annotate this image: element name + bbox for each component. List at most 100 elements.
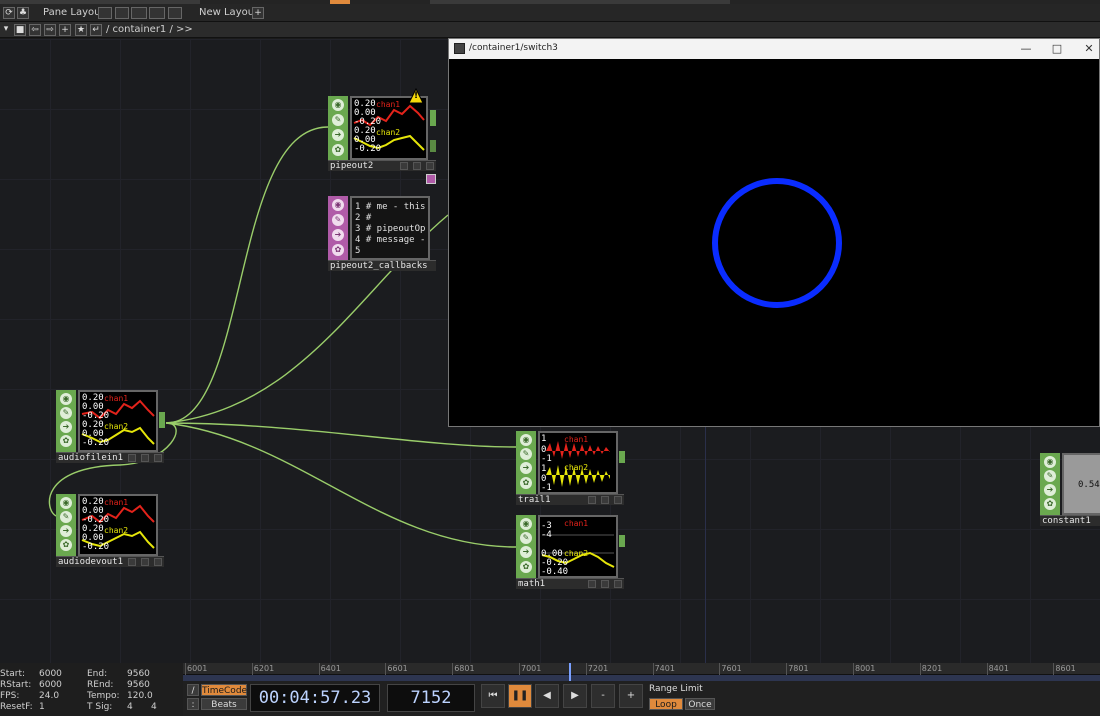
node-bypass-icon[interactable]: ➔ — [60, 421, 72, 433]
output-connector[interactable] — [430, 140, 436, 152]
loop-toggle[interactable]: Loop — [649, 698, 683, 710]
node-bypass-icon[interactable]: ➔ — [1044, 484, 1056, 496]
pane-icon[interactable]: ♣ — [17, 7, 29, 19]
cook-flag-icon[interactable] — [588, 580, 596, 588]
node-viewer-icon[interactable]: ◉ — [332, 99, 344, 111]
node-viewer-icon[interactable]: ◉ — [520, 518, 532, 530]
timecode-toggle[interactable]: TimeCode — [201, 684, 247, 696]
node-name-bar[interactable]: audiodevout1 — [56, 556, 164, 567]
cook-flag-icon[interactable] — [128, 454, 136, 462]
node-viewer-icon[interactable]: ◉ — [60, 393, 72, 405]
callbacks-link-icon[interactable] — [426, 174, 436, 184]
render-flag-icon[interactable] — [614, 496, 622, 504]
add-layout-icon[interactable]: + — [252, 7, 264, 19]
viewer-title: /container1/switch3 — [469, 43, 558, 53]
node-bypass-icon[interactable]: ➔ — [60, 525, 72, 537]
beats-toggle[interactable]: Beats — [201, 698, 247, 710]
step-forward-icon[interactable]: ▶ — [563, 684, 587, 708]
back-icon[interactable]: ⇦ — [29, 24, 41, 36]
node-export-icon[interactable]: ✿ — [520, 477, 532, 489]
node-edit-icon[interactable]: ✎ — [332, 114, 344, 126]
once-toggle[interactable]: Once — [685, 698, 715, 710]
node-edit-icon[interactable]: ✎ — [332, 214, 344, 226]
viewer-titlebar[interactable]: /container1/switch3 — □ ✕ — [449, 39, 1099, 59]
layout-split-h-icon[interactable] — [131, 7, 147, 19]
sync-icon[interactable]: ⟳ — [3, 7, 15, 19]
node-name-bar[interactable]: trail1 — [516, 494, 624, 505]
slash-icon[interactable]: / — [187, 684, 199, 696]
node-viewer-icon[interactable]: ◉ — [60, 497, 72, 509]
node-edit-icon[interactable]: ✎ — [60, 407, 72, 419]
node-export-icon[interactable]: ✿ — [332, 244, 344, 256]
layout-split-icon[interactable] — [115, 7, 129, 19]
display-flag-icon[interactable] — [141, 558, 149, 566]
node-bypass-icon[interactable]: ➔ — [332, 229, 344, 241]
node-bypass-icon[interactable]: ➔ — [332, 129, 344, 141]
menu-triangle-icon[interactable]: ▾ — [0, 24, 12, 36]
close-icon[interactable]: ✕ — [1081, 41, 1097, 57]
node-name-bar[interactable]: math1 — [516, 578, 624, 589]
star-icon[interactable]: ★ — [75, 24, 87, 36]
ruler-tick-label: 6401 — [320, 664, 341, 673]
display-flag-icon[interactable] — [601, 496, 609, 504]
display-flag-icon[interactable] — [601, 580, 609, 588]
node-viewer-icon[interactable]: ◉ — [1044, 456, 1056, 468]
render-flag-icon[interactable] — [154, 558, 162, 566]
playhead[interactable] — [569, 663, 571, 681]
warning-icon[interactable]: ! — [408, 87, 424, 104]
plus-button[interactable]: + — [619, 684, 643, 708]
viewer-window[interactable]: /container1/switch3 — □ ✕ — [448, 38, 1100, 427]
layout-single-icon[interactable] — [98, 7, 112, 19]
node-export-icon[interactable]: ✿ — [1044, 498, 1056, 510]
node-name-bar[interactable]: audiofilein1 — [56, 452, 164, 463]
node-bypass-icon[interactable]: ➔ — [520, 546, 532, 558]
layout-triple-icon[interactable] — [168, 7, 182, 19]
new-layout-label[interactable]: New Layout — [199, 7, 258, 18]
output-connector[interactable] — [619, 535, 625, 547]
node-name-bar[interactable]: pipeout2_callbacks — [328, 260, 436, 271]
node-edit-icon[interactable]: ✎ — [60, 511, 72, 523]
node-export-icon[interactable]: ✿ — [332, 144, 344, 156]
display-flag-icon[interactable] — [413, 162, 421, 170]
layout-quad-icon[interactable] — [149, 7, 165, 19]
rewind-icon[interactable]: ⏮ — [481, 684, 505, 708]
timeline-ruler[interactable]: 6001 6201 6401 6601 6801 7001 7201 7401 7601 7801… — [183, 663, 1100, 675]
node-export-icon[interactable]: ✿ — [520, 561, 532, 573]
minimize-icon[interactable]: — — [1018, 41, 1034, 57]
transport-controls: / : TimeCode Beats 00:04:57.23 7152 ⏮ ❚❚… — [183, 681, 1100, 716]
display-flag-icon[interactable] — [141, 454, 149, 462]
up-icon[interactable]: ↵ — [90, 24, 102, 36]
ruler-tick-line — [318, 663, 320, 675]
node-bypass-icon[interactable]: ➔ — [520, 462, 532, 474]
cook-flag-icon[interactable] — [588, 496, 596, 504]
add-icon[interactable]: + — [59, 24, 71, 36]
node-edit-icon[interactable]: ✎ — [520, 532, 532, 544]
minus-button[interactable]: - — [591, 684, 615, 708]
network-path[interactable]: / container1 / >> — [106, 24, 193, 35]
maximize-icon[interactable]: □ — [1049, 41, 1065, 57]
pause-icon[interactable]: ❚❚ — [508, 684, 532, 708]
frame-display[interactable]: 7152 — [387, 684, 475, 712]
node-edit-icon[interactable]: ✎ — [520, 448, 532, 460]
output-connector[interactable] — [430, 110, 436, 126]
output-connector[interactable] — [159, 412, 165, 428]
render-flag-icon[interactable] — [426, 162, 434, 170]
node-export-icon[interactable]: ✿ — [60, 539, 72, 551]
node-export-icon[interactable]: ✿ — [60, 435, 72, 447]
render-flag-icon[interactable] — [614, 580, 622, 588]
forward-icon[interactable]: ⇨ — [44, 24, 56, 36]
step-back-icon[interactable]: ◀ — [535, 684, 559, 708]
cook-flag-icon[interactable] — [128, 558, 136, 566]
timecode-display[interactable]: 00:04:57.23 — [250, 684, 380, 712]
node-edit-icon[interactable]: ✎ — [1044, 470, 1056, 482]
node-viewer-icon[interactable]: ◉ — [520, 434, 532, 446]
render-flag-icon[interactable] — [154, 454, 162, 462]
toggle-icon[interactable]: : — [187, 698, 199, 710]
node-name-bar[interactable]: constant1 — [1040, 515, 1100, 526]
cook-flag-icon[interactable] — [400, 162, 408, 170]
output-connector[interactable] — [619, 451, 625, 463]
node-viewer-icon[interactable]: ◉ — [332, 199, 344, 211]
stop-icon[interactable]: ■ — [14, 24, 26, 36]
viewer-canvas[interactable] — [449, 59, 1099, 426]
node-name-bar[interactable]: pipeout2 — [328, 160, 436, 171]
